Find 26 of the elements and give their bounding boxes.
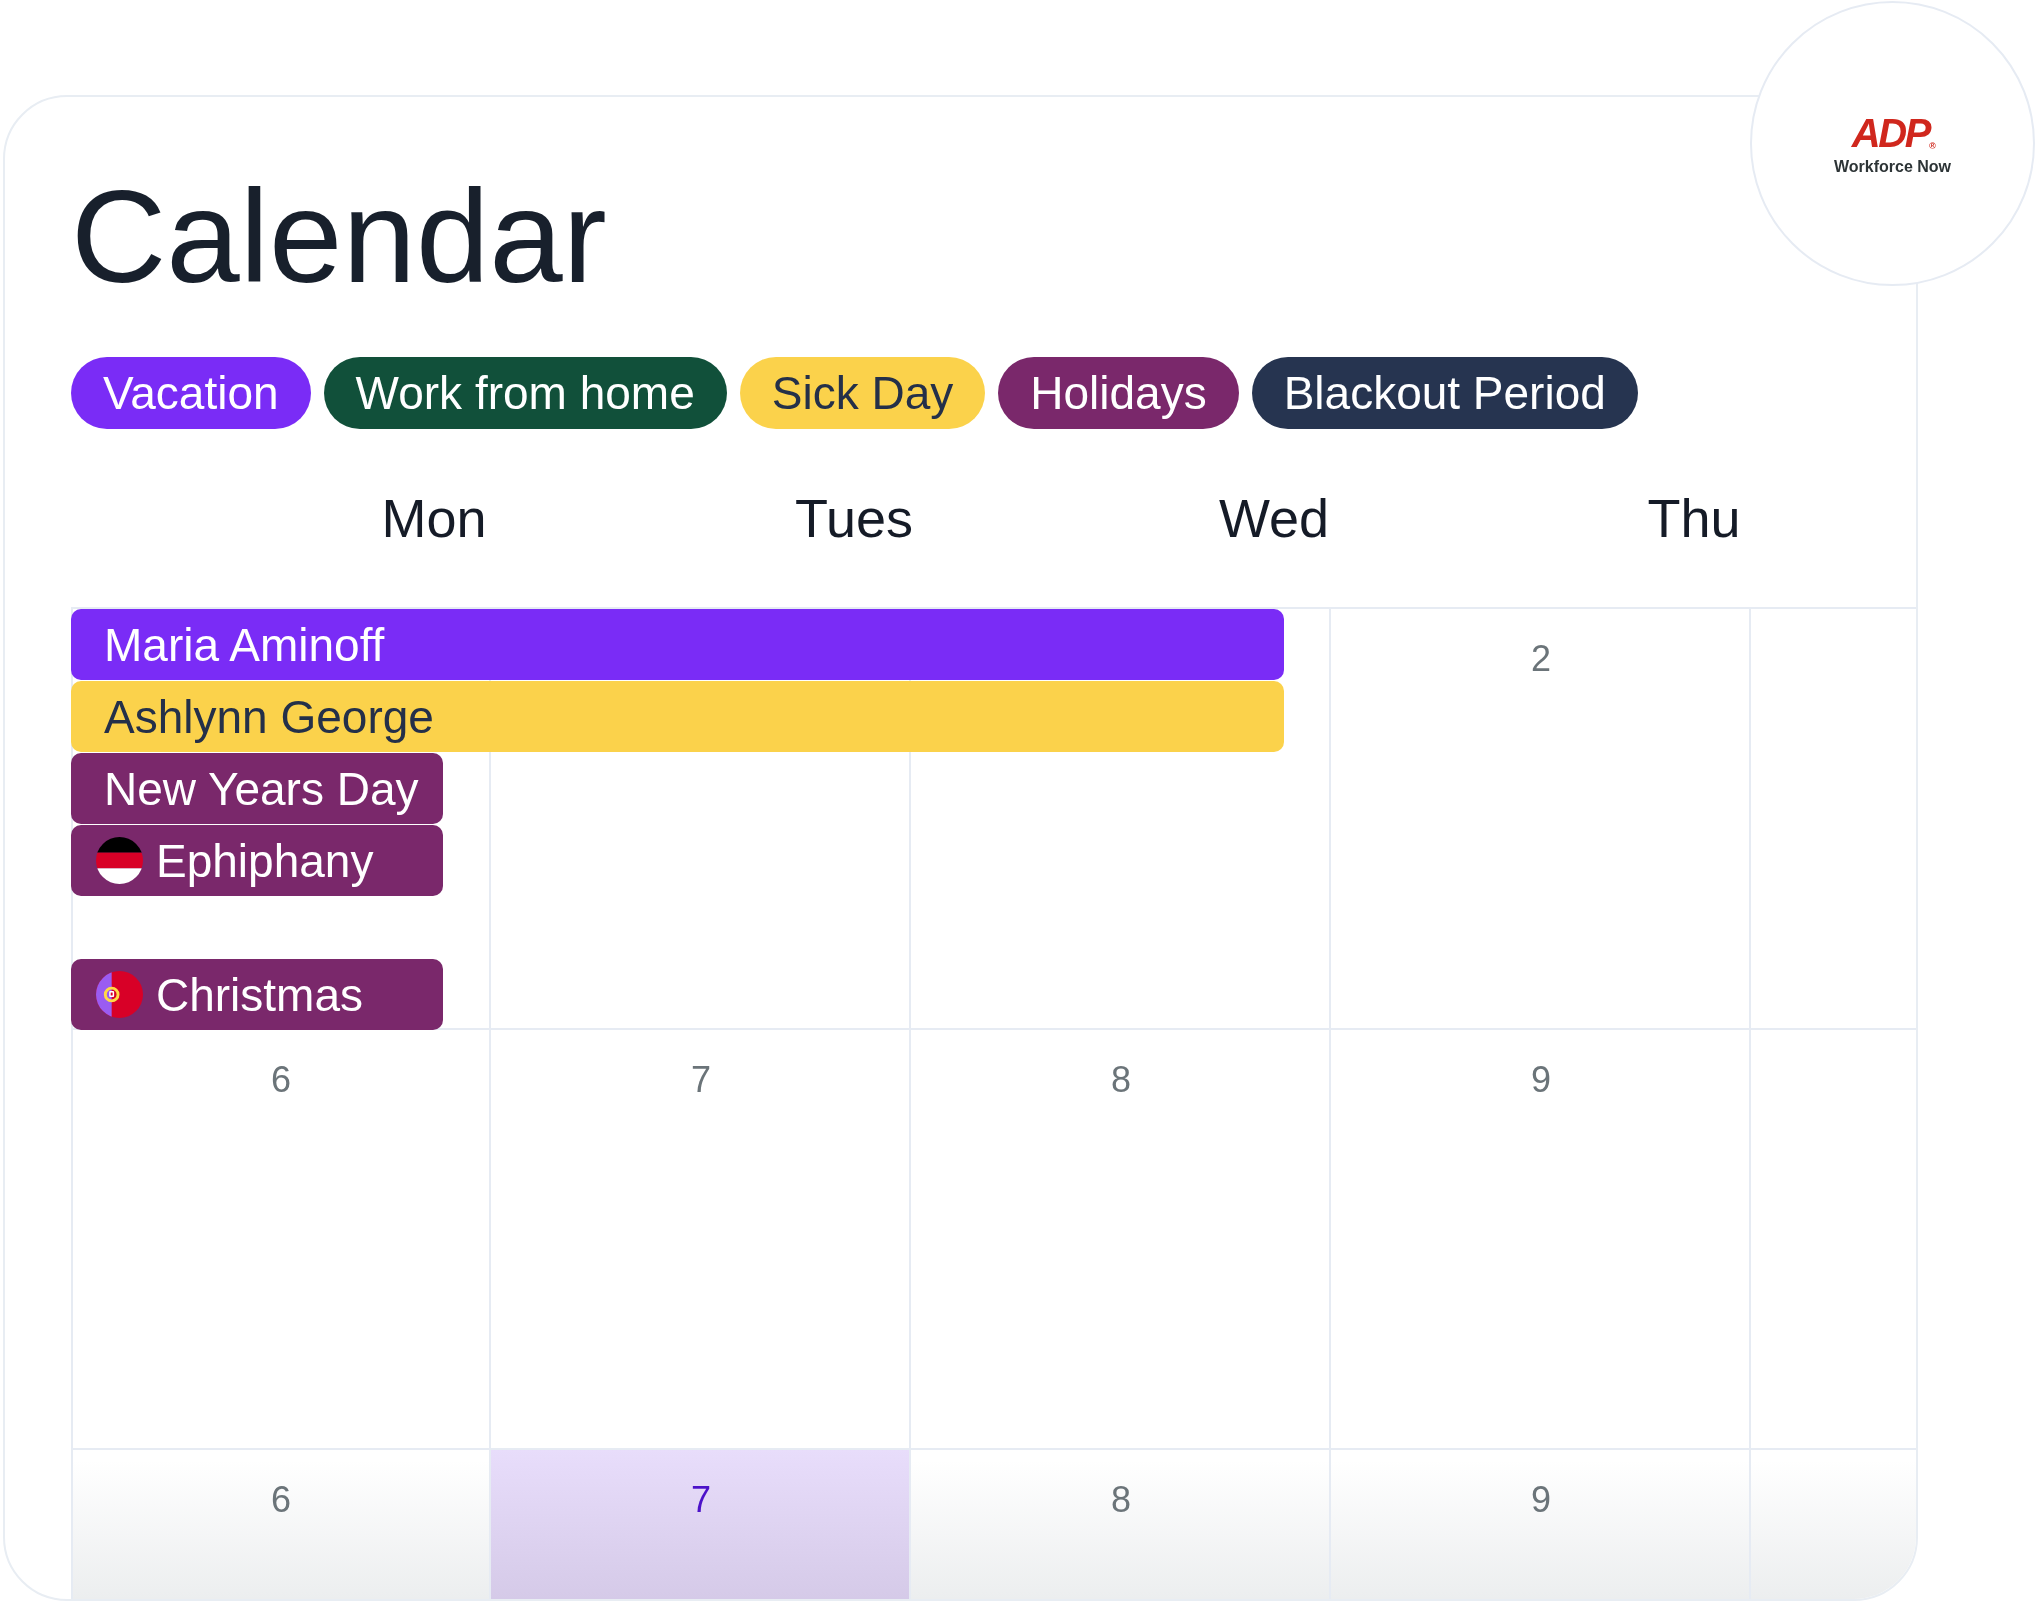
weekday-label: Wed [1218,491,1330,545]
event-bar[interactable]: New Years Day [71,753,443,824]
event-bar[interactable]: Maria Aminoff [71,609,1284,680]
day-cell[interactable]: 9 [1331,1450,1751,1599]
event-bar[interactable]: Ashlynn George [71,681,1284,752]
event-bar[interactable]: Christmas [71,959,443,1030]
category-tag: Holidays [998,357,1239,429]
day-cell[interactable]: 9 [1331,1030,1751,1450]
category-tag: Work from home [323,357,727,429]
event-bar[interactable]: Ephiphany [71,825,443,896]
day-cell[interactable]: 2 [1331,607,1751,1030]
day-cell[interactable]: 8 [911,1450,1331,1599]
day-cell[interactable]: 8 [911,1030,1331,1450]
category-tag: Sick Day [739,357,986,429]
day-cell[interactable]: 6 [71,1030,491,1450]
weekday-label: Tues [794,491,913,545]
logo-mark: ADP$_{®}$ [1851,112,1934,153]
weekday-label: Thu [1647,491,1741,545]
day-cell[interactable]: 6 [71,1450,491,1599]
category-tag: Blackout Period [1251,357,1638,429]
day-cell[interactable]: 7 [491,1030,911,1450]
category-tag: Vacation [71,357,311,429]
logo-caption: Workforce Now [1833,158,1952,175]
weekday-label: Mon [381,491,487,545]
day-cell[interactable]: 7 [491,1450,911,1599]
page-title: Calendar [71,171,607,303]
